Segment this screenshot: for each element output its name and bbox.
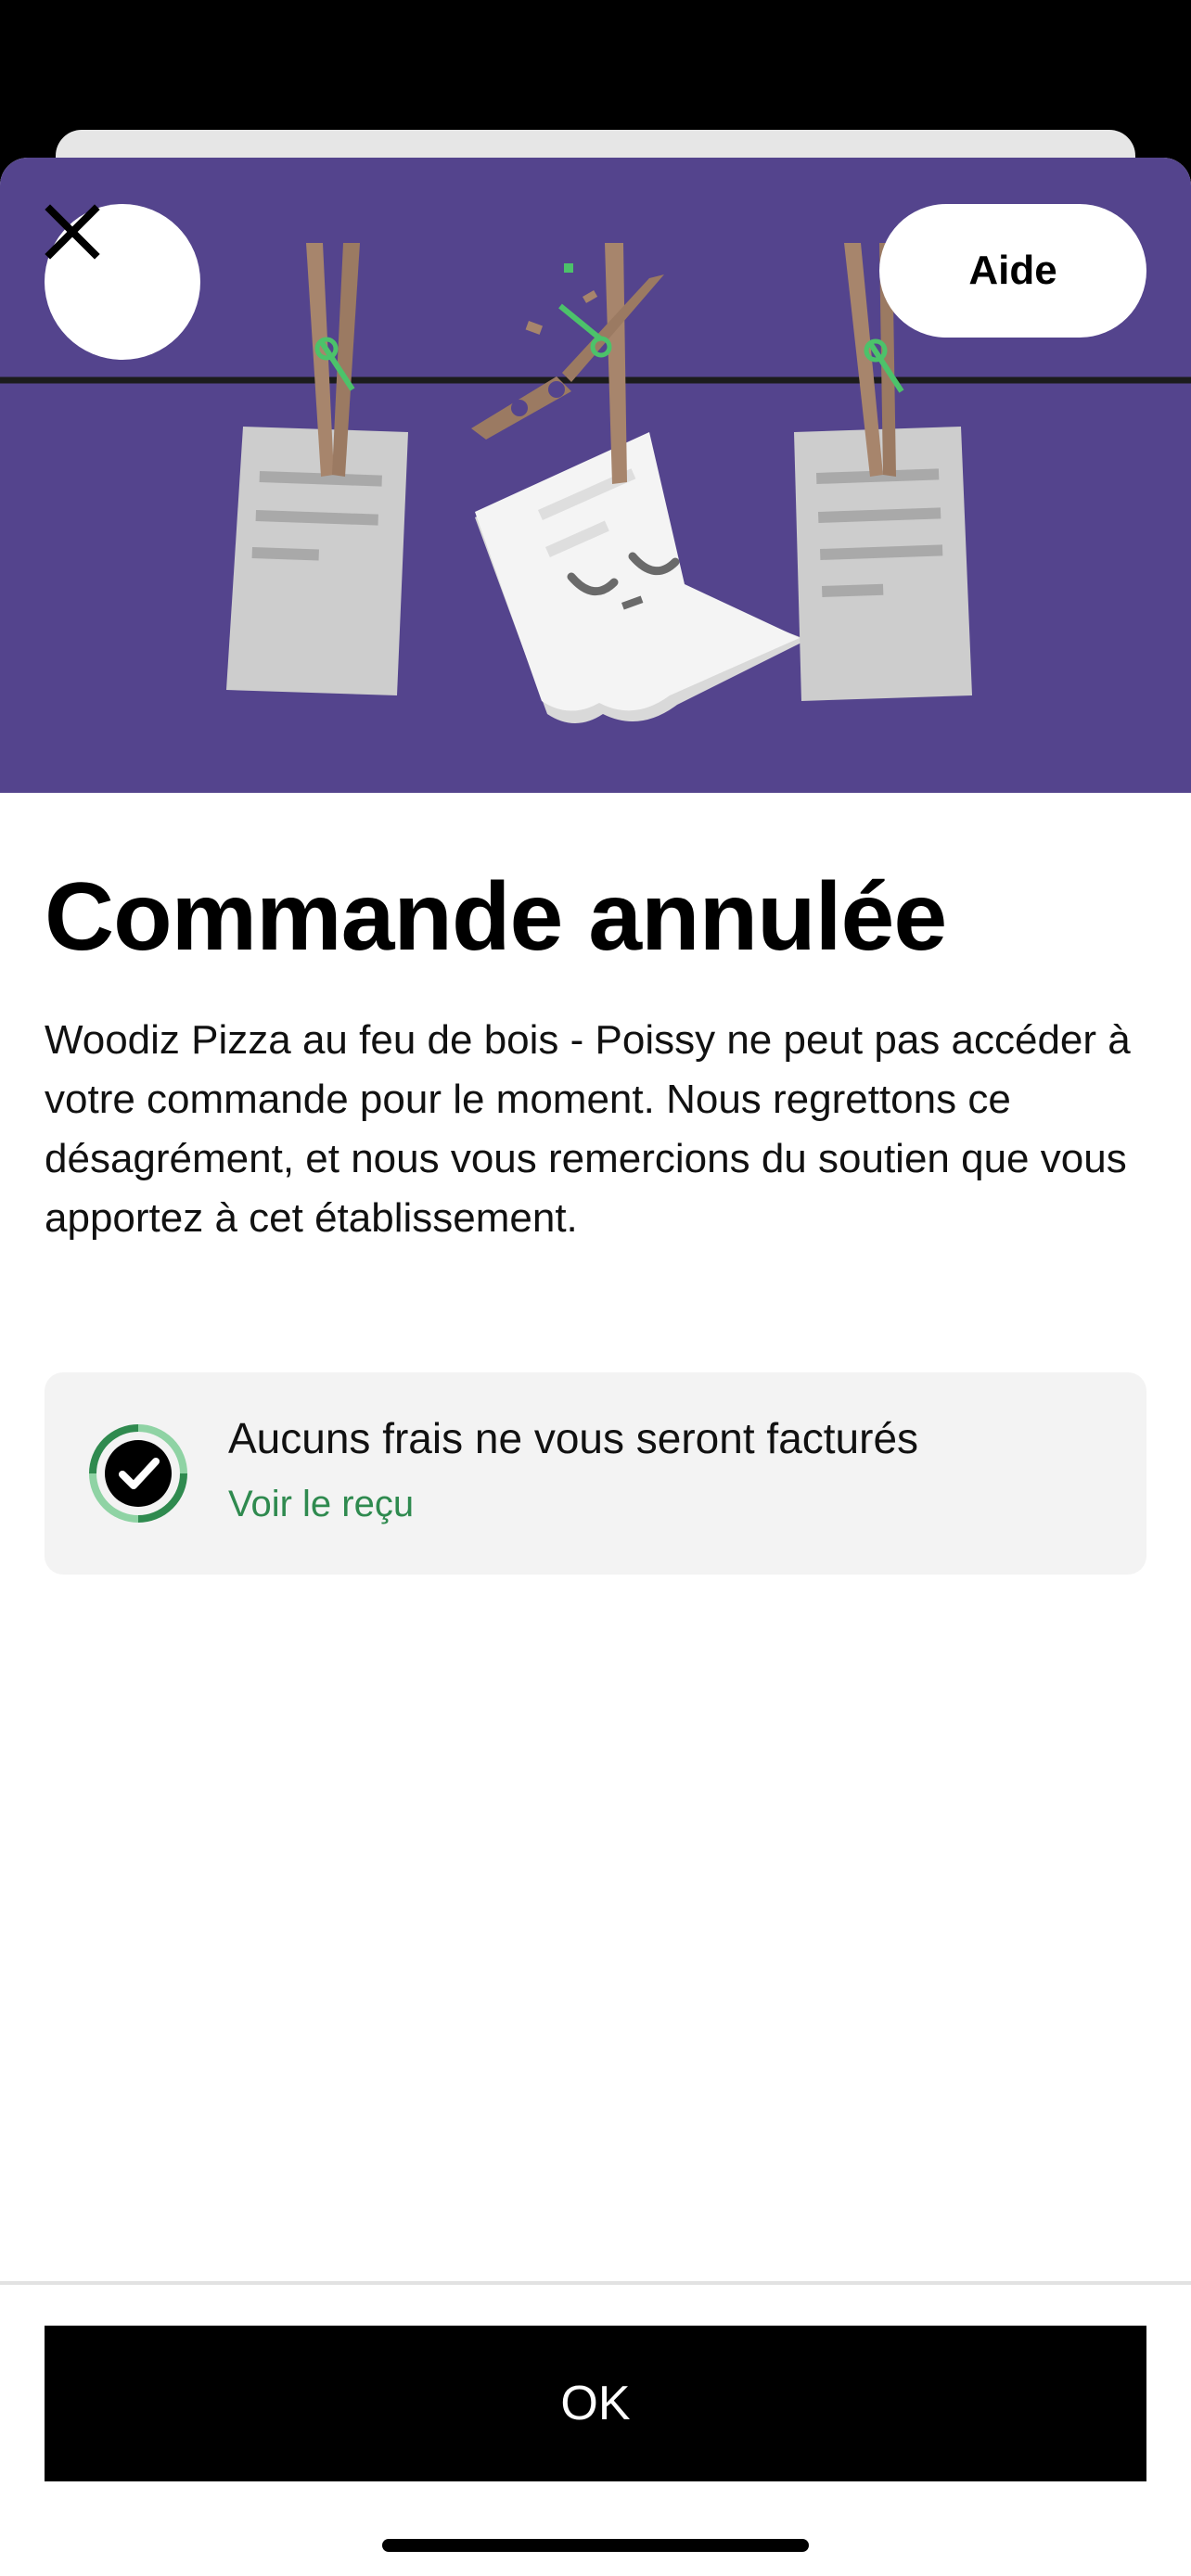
cancellation-sheet: Aide Commande annulée Woodiz Pizza au fe…: [0, 158, 1191, 2576]
help-button[interactable]: Aide: [879, 204, 1146, 338]
cancellation-message: Woodiz Pizza au feu de bois - Poissy ne …: [45, 1017, 1131, 1241]
close-button[interactable]: [45, 204, 200, 360]
hero-illustration: Aide: [0, 158, 1191, 793]
no-charge-card: Aucuns frais ne vous seront facturés Voi…: [45, 1372, 1146, 1575]
check-circle-icon: [89, 1424, 187, 1523]
page-title: Commande annulée: [45, 863, 947, 971]
left-receipt-icon: [226, 243, 408, 695]
home-indicator[interactable]: [382, 2539, 809, 2552]
falling-receipt-icon: [471, 243, 807, 723]
close-icon: [45, 204, 100, 260]
no-charge-text: Aucuns frais ne vous seront facturés: [228, 1414, 919, 1462]
ok-button[interactable]: OK: [45, 2326, 1146, 2481]
footer-divider: [0, 2281, 1191, 2285]
view-receipt-link[interactable]: Voir le reçu: [228, 1484, 414, 1525]
